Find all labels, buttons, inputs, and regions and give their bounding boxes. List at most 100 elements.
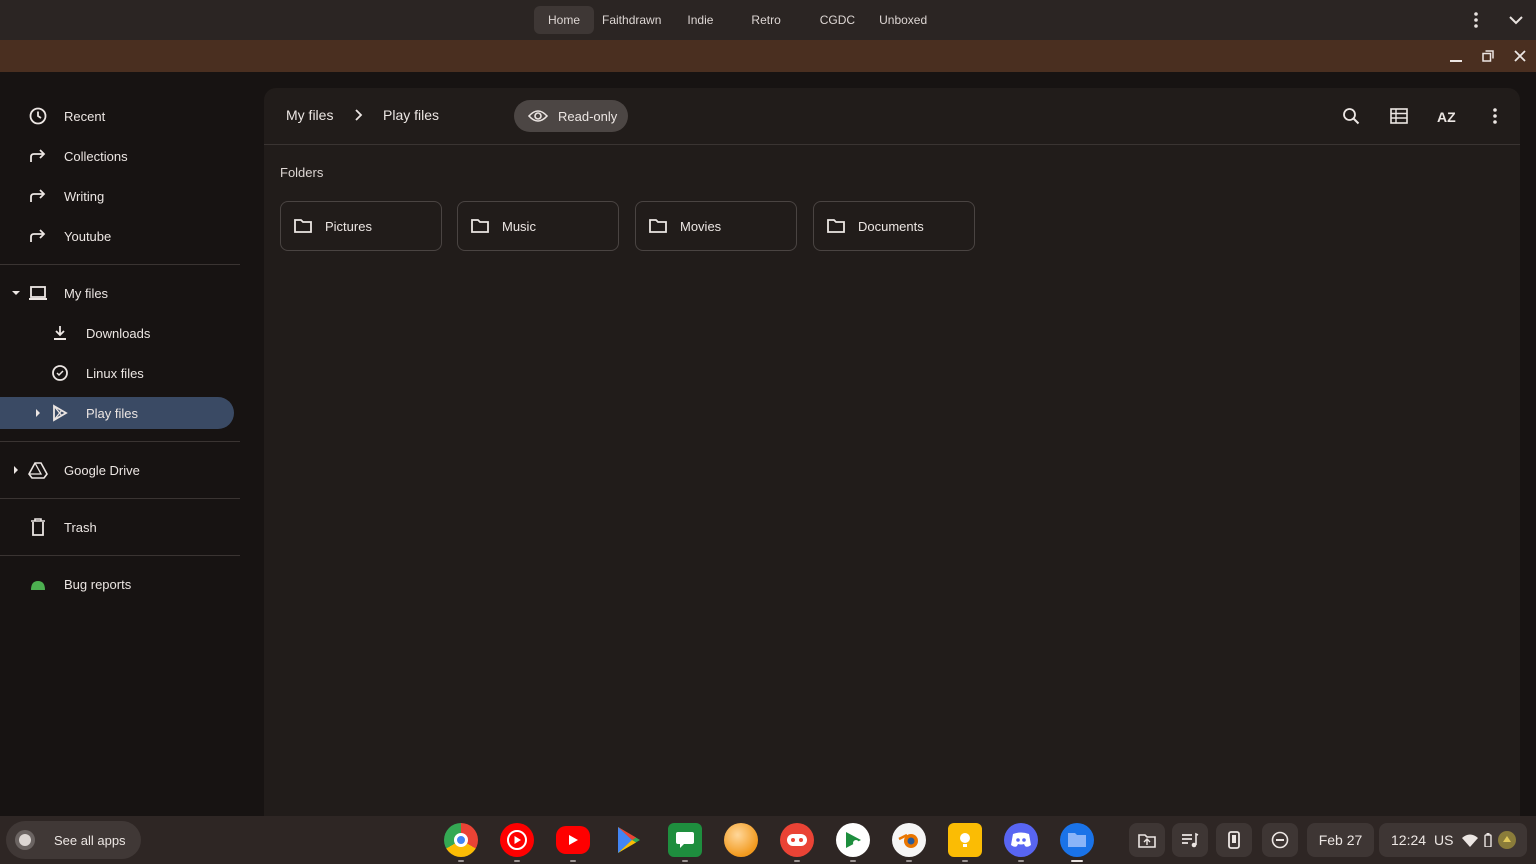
play-store-app-icon[interactable] — [612, 823, 646, 857]
folder-movies[interactable]: Movies — [635, 201, 797, 251]
play-store-icon — [50, 403, 70, 423]
sidebar: Recent Collections Writing Youtube My fi… — [0, 72, 256, 816]
desk-tab-faithdrawn[interactable]: Faithdrawn — [594, 6, 669, 34]
sidebar-item-bug-reports[interactable]: Bug reports — [0, 568, 240, 600]
folder-documents[interactable]: Documents — [813, 201, 975, 251]
shortcut-arrow-icon — [28, 186, 48, 206]
sidebar-item-google-drive[interactable]: Google Drive — [0, 454, 240, 486]
expand-right-icon[interactable] — [10, 464, 22, 476]
desk-tab-cgdc[interactable]: CGDC — [806, 6, 869, 34]
window-title-bar — [0, 40, 1536, 72]
sidebar-item-trash[interactable]: Trash — [0, 511, 240, 543]
more-vert-icon[interactable] — [1481, 102, 1509, 130]
folder-icon — [827, 218, 845, 234]
running-indicator — [962, 860, 968, 862]
search-icon[interactable] — [1337, 102, 1365, 130]
sidebar-item-label: Collections — [64, 148, 128, 164]
play-games-icon[interactable] — [836, 823, 870, 857]
folder-icon — [471, 218, 489, 234]
messages-icon[interactable] — [668, 823, 702, 857]
running-indicator — [794, 860, 800, 862]
breadcrumb-my-files[interactable]: My files — [286, 107, 333, 123]
blender-icon[interactable] — [892, 823, 926, 857]
divider — [0, 441, 240, 442]
more-vert-icon[interactable] — [1456, 0, 1496, 40]
youtube-icon[interactable] — [556, 826, 590, 854]
sidebar-item-label: Google Drive — [64, 462, 140, 478]
section-title-folders: Folders — [280, 165, 324, 180]
read-only-badge[interactable]: Read-only — [514, 100, 628, 132]
expand-right-icon[interactable] — [32, 407, 44, 419]
shortcut-arrow-icon — [28, 146, 48, 166]
close-icon[interactable] — [1504, 40, 1536, 72]
running-indicator — [906, 860, 912, 862]
do-not-disturb-icon[interactable] — [1262, 823, 1298, 857]
folder-music[interactable]: Music — [457, 201, 619, 251]
chrome-icon[interactable] — [444, 823, 478, 857]
sidebar-item-linux-files[interactable]: Linux files — [0, 357, 240, 389]
files-app-icon[interactable] — [1060, 823, 1094, 857]
clock-icon — [28, 106, 48, 126]
youtube-music-icon[interactable] — [500, 823, 534, 857]
sidebar-item-downloads[interactable]: Downloads — [0, 317, 240, 349]
svg-text:AZ: AZ — [1437, 109, 1456, 124]
folder-icon — [294, 218, 312, 234]
expand-down-icon[interactable] — [10, 287, 22, 299]
desk-bar: Home Faithdrawn Indie Retro CGDC Unboxed — [0, 0, 1536, 40]
divider — [0, 555, 240, 556]
desk-tabs: Home Faithdrawn Indie Retro CGDC Unboxed — [534, 6, 937, 34]
sort-az-icon[interactable]: AZ — [1433, 102, 1461, 130]
sidebar-item-label: Play files — [86, 405, 139, 421]
launcher-button[interactable]: See all apps — [6, 821, 141, 859]
linux-icon — [50, 363, 70, 383]
minimize-icon[interactable] — [1440, 40, 1472, 72]
shortcut-arrow-icon — [28, 226, 48, 246]
game-controller-icon[interactable] — [780, 823, 814, 857]
orange-app-icon[interactable] — [724, 823, 758, 857]
keep-icon[interactable] — [948, 823, 982, 857]
sidebar-item-label: My files — [64, 285, 109, 301]
locale-label: US — [1434, 832, 1454, 848]
eye-icon — [528, 108, 550, 124]
chevron-down-icon[interactable] — [1496, 0, 1536, 40]
active-indicator — [1071, 860, 1083, 862]
media-controls-icon[interactable] — [1172, 823, 1208, 857]
sidebar-item-writing[interactable]: Writing — [0, 180, 240, 212]
wifi-icon — [1461, 834, 1478, 847]
phone-hub-icon[interactable] — [1216, 823, 1252, 857]
status-area[interactable]: 12:24 US — [1379, 823, 1527, 857]
sidebar-item-play-files[interactable]: Play files — [0, 397, 234, 429]
holding-space-icon[interactable] — [1129, 823, 1165, 857]
desk-tab-unboxed[interactable]: Unboxed — [869, 6, 937, 34]
file-list-panel: My files Play files Read-only AZ Folders… — [264, 88, 1520, 816]
battery-icon — [1483, 833, 1492, 847]
laptop-icon — [28, 283, 48, 303]
sidebar-item-label: Trash — [64, 519, 97, 535]
desk-tab-retro[interactable]: Retro — [727, 6, 805, 34]
list-view-icon[interactable] — [1385, 102, 1413, 130]
sidebar-item-label: Recent — [64, 108, 106, 124]
desk-tab-home[interactable]: Home — [534, 6, 595, 34]
sidebar-item-collections[interactable]: Collections — [0, 140, 240, 172]
sidebar-item-my-files[interactable]: My files — [0, 277, 240, 309]
sidebar-item-label: Linux files — [86, 365, 144, 381]
restore-icon[interactable] — [1472, 40, 1504, 72]
launcher-label: See all apps — [54, 832, 126, 848]
divider — [0, 498, 240, 499]
sidebar-item-youtube[interactable]: Youtube — [0, 220, 240, 252]
desk-tab-indie[interactable]: Indie — [669, 6, 727, 34]
chevron-right-icon — [352, 108, 366, 122]
sidebar-item-recent[interactable]: Recent — [0, 100, 240, 132]
breadcrumb-play-files[interactable]: Play files — [383, 107, 439, 123]
folder-pictures[interactable]: Pictures — [280, 201, 442, 251]
folder-label: Music — [502, 218, 536, 234]
folder-label: Documents — [858, 218, 924, 234]
avatar — [1497, 831, 1516, 849]
date-label: Feb 27 — [1318, 832, 1363, 848]
date-indicator[interactable]: Feb 27 — [1307, 823, 1374, 857]
launcher-icon — [15, 830, 35, 850]
drive-icon — [28, 460, 48, 480]
sidebar-item-label: Bug reports — [64, 576, 132, 592]
discord-icon[interactable] — [1004, 823, 1038, 857]
trash-icon — [28, 517, 48, 537]
